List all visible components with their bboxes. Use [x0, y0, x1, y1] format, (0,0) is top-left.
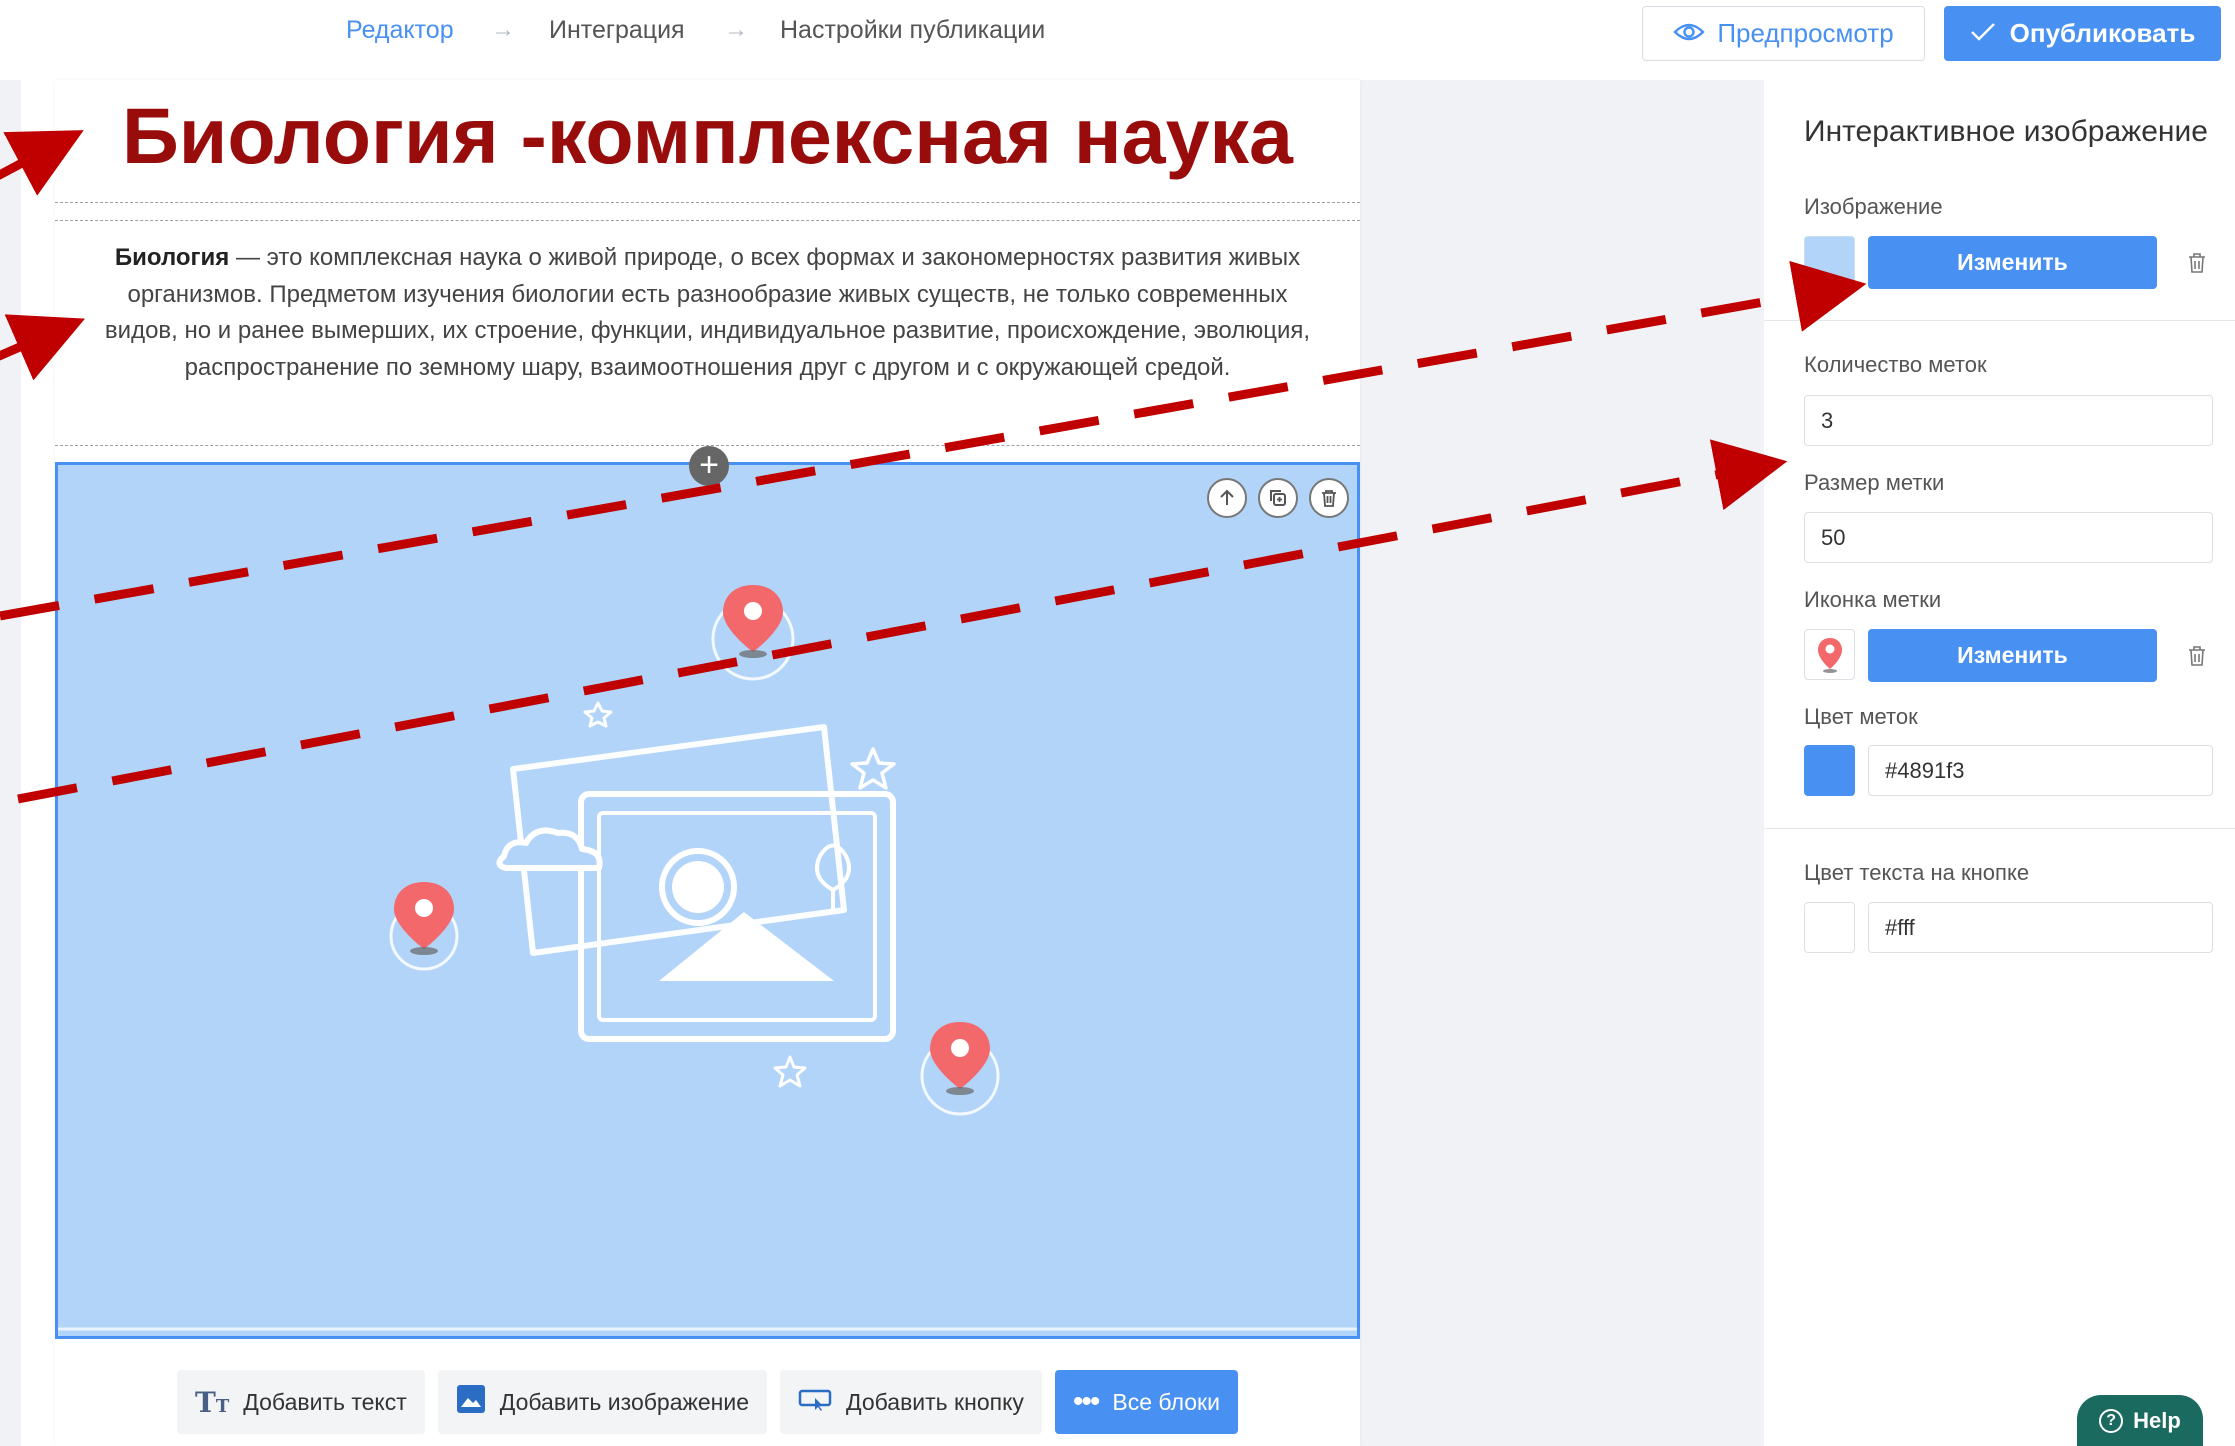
- duplicate-icon[interactable]: [1258, 478, 1298, 518]
- interactive-image-block[interactable]: [55, 462, 1360, 1339]
- more-icon: •••: [1072, 1385, 1100, 1418]
- help-label: Help: [2133, 1407, 2181, 1433]
- marker-icon-preview[interactable]: [1804, 629, 1855, 680]
- block-divider: [55, 202, 1360, 203]
- marker-size-input[interactable]: 50: [1804, 512, 2213, 563]
- change-image-button[interactable]: Изменить: [1868, 236, 2157, 289]
- button-text-color-input[interactable]: #fff: [1868, 902, 2213, 953]
- add-text-button[interactable]: TT Добавить текст: [177, 1370, 425, 1434]
- publish-label: Опубликовать: [2009, 18, 2196, 48]
- image-icon: [456, 1384, 486, 1420]
- breadcrumb-arrow-icon: →: [724, 16, 748, 43]
- marker-color-swatch[interactable]: [1804, 745, 1855, 796]
- map-pin-icon: [1817, 637, 1842, 673]
- button-icon: [798, 1387, 832, 1417]
- block-divider: [55, 220, 1360, 221]
- image-thumbnail[interactable]: [1804, 236, 1855, 287]
- trash-icon[interactable]: [2182, 641, 2212, 671]
- marker-icon-label: Иконка метки: [1804, 587, 1942, 612]
- move-up-icon[interactable]: [1207, 478, 1247, 518]
- image-placeholder-illustration: [58, 585, 1357, 1331]
- add-block-bar: TT Добавить текст Добавить изображение Д…: [55, 1370, 1360, 1434]
- panel-title: Интерактивное изображение: [1804, 115, 2208, 148]
- add-button-label: Добавить кнопку: [846, 1388, 1024, 1415]
- map-pin-icon: [723, 585, 783, 658]
- text-icon: TT: [195, 1385, 230, 1419]
- map-pin-icon: [394, 882, 454, 955]
- settings-panel: Интерактивное изображение Изображение Из…: [1764, 80, 2235, 1446]
- left-gutter: [21, 80, 55, 1446]
- editor-canvas: Биология -комплексная наука Биология — э…: [55, 80, 1360, 1446]
- help-button[interactable]: ? Help: [2077, 1395, 2203, 1446]
- marker-color-label: Цвет меток: [1804, 704, 1918, 729]
- eye-icon: [1673, 18, 1706, 49]
- add-image-button[interactable]: Добавить изображение: [437, 1370, 768, 1434]
- breadcrumb-editor[interactable]: Редактор: [346, 14, 454, 46]
- all-blocks-button[interactable]: ••• Все блоки: [1054, 1370, 1238, 1434]
- trash-icon[interactable]: [1309, 478, 1349, 518]
- publish-button[interactable]: Опубликовать: [1944, 6, 2221, 61]
- marker-count-label: Количество меток: [1804, 352, 1987, 377]
- add-text-label: Добавить текст: [243, 1388, 407, 1415]
- marker-color-input[interactable]: #4891f3: [1868, 745, 2213, 796]
- top-bar: Редактор → Интеграция → Настройки публик…: [0, 0, 2235, 80]
- breadcrumb-publish-settings[interactable]: Настройки публикации: [780, 14, 1045, 46]
- panel-divider: [1764, 828, 2235, 829]
- change-marker-icon-button[interactable]: Изменить: [1868, 629, 2157, 682]
- image-label: Изображение: [1804, 194, 1943, 219]
- question-icon: ?: [2099, 1408, 2124, 1433]
- add-image-label: Добавить изображение: [499, 1388, 750, 1415]
- button-text-color-swatch[interactable]: [1804, 902, 1855, 953]
- text-block-bold: Биология: [114, 244, 230, 271]
- text-block-body: — это комплексная наука о живой природе,…: [104, 244, 1311, 381]
- marker-size-label: Размер метки: [1804, 470, 1945, 495]
- breadcrumb-integration[interactable]: Интеграция: [549, 14, 685, 46]
- page-title[interactable]: Биология -комплексная наука: [55, 88, 1360, 184]
- preview-label: Предпросмотр: [1717, 18, 1894, 48]
- add-button-button[interactable]: Добавить кнопку: [780, 1370, 1042, 1434]
- marker-count-input[interactable]: 3: [1804, 395, 2213, 446]
- text-block[interactable]: Биология — это комплексная наука о живой…: [95, 240, 1320, 386]
- add-block-icon[interactable]: +: [689, 446, 729, 486]
- button-text-color-label: Цвет текста на кнопке: [1804, 860, 2030, 885]
- all-blocks-label: Все блоки: [1112, 1388, 1220, 1415]
- check-icon: [1970, 18, 1996, 49]
- trash-icon[interactable]: [2182, 248, 2212, 278]
- preview-button[interactable]: Предпросмотр: [1642, 6, 1925, 61]
- breadcrumb-arrow-icon: →: [491, 16, 515, 43]
- panel-divider: [1764, 320, 2235, 321]
- map-pin-icon: [930, 1022, 990, 1095]
